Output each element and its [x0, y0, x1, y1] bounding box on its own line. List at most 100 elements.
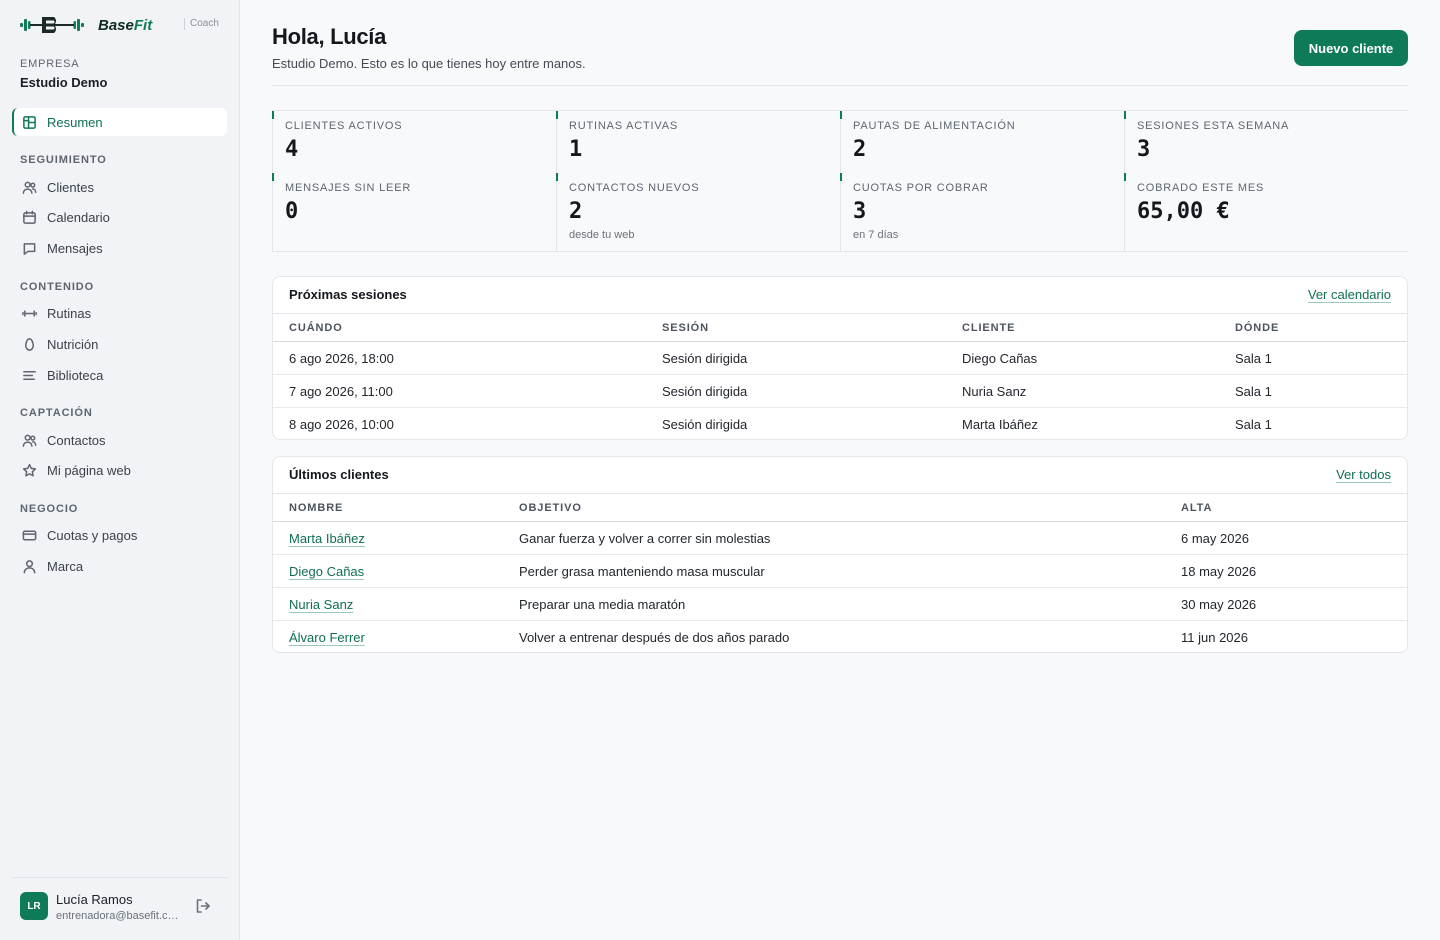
latest-clients-card: Últimos clientes Ver todos NOMBRE OBJETI… — [272, 456, 1408, 653]
client-joined: 11 jun 2026 — [1181, 630, 1248, 645]
stat-value: 3 — [853, 199, 867, 224]
table-row: Álvaro Ferrer Volver a entrenar después … — [273, 621, 1407, 652]
nav-item-label: Mi página web — [47, 462, 131, 478]
column-header[interactable]: OBJETIVO — [519, 502, 582, 514]
view-all-link[interactable]: Ver todos — [1336, 467, 1391, 482]
nav-item-biblioteca[interactable]: Biblioteca — [12, 361, 227, 389]
stat-cuotas-por-cobrar: CUOTAS POR COBRAR 3 en 7 días — [840, 173, 1124, 251]
new-client-button[interactable]: Nuevo cliente — [1294, 30, 1408, 66]
calendar-icon — [21, 209, 37, 225]
divider — [12, 877, 228, 878]
divider — [272, 85, 1408, 86]
nav-item-label: Calendario — [47, 209, 110, 225]
users-icon — [21, 432, 37, 448]
column-header[interactable]: CUÁNDO — [289, 322, 343, 334]
client-joined: 30 may 2026 — [1181, 597, 1257, 612]
session-where: Sala 1 — [1235, 417, 1272, 432]
company-name[interactable]: Estudio Demo — [20, 75, 107, 90]
stat-clientes-activos: CLIENTES ACTIVOS 4 — [272, 111, 556, 173]
stat-cobrado-mes: COBRADO ESTE MES 65,00 € — [1124, 173, 1408, 251]
stat-value: 3 — [1137, 137, 1151, 162]
brand-tag: Coach — [184, 18, 219, 30]
nav-item-calendario[interactable]: Calendario — [12, 203, 227, 231]
client-name-link[interactable]: Diego Cañas — [289, 564, 364, 579]
nav-item-clientes[interactable]: Clientes — [12, 173, 227, 201]
nav-item-label: Mensajes — [47, 240, 103, 256]
nav-section-contenido: CONTENIDO — [20, 281, 95, 293]
nav-item-mensajes[interactable]: Mensajes — [12, 234, 227, 262]
nav-item-label: Contactos — [47, 432, 106, 448]
company-label: EMPRESA — [20, 58, 80, 70]
table-header: CUÁNDO SESIÓN CLIENTE DÓNDE — [273, 313, 1407, 342]
column-header[interactable]: ALTA — [1181, 502, 1212, 514]
table-row[interactable]: 6 ago 2026, 18:00 Sesión dirigida Diego … — [273, 342, 1407, 375]
sidebar: BaseFit Coach EMPRESA Estudio Demo Resum… — [0, 0, 240, 940]
nav-item-contactos[interactable]: Contactos — [12, 426, 227, 454]
list-icon — [21, 367, 37, 383]
stat-contactos-nuevos: CONTACTOS NUEVOS 2 desde tu web — [556, 173, 840, 251]
session-client: Nuria Sanz — [962, 384, 1027, 399]
user-name: Lucía Ramos — [56, 892, 133, 907]
nav-item-label: Clientes — [47, 179, 94, 195]
stat-label: RUTINAS ACTIVAS — [569, 120, 678, 132]
brand-name: BaseFit — [98, 16, 153, 34]
client-goal: Preparar una media maratón — [519, 597, 686, 612]
nav-item-label: Marca — [47, 558, 84, 574]
logout-icon — [196, 899, 210, 913]
page-subtitle: Estudio Demo. Esto es lo que tienes hoy … — [272, 56, 586, 71]
column-header[interactable]: SESIÓN — [662, 322, 709, 334]
nav-item-mi-pagina-web[interactable]: Mi página web — [12, 456, 227, 484]
session-where: Sala 1 — [1235, 384, 1272, 399]
session-type: Sesión dirigida — [662, 351, 748, 366]
table-row[interactable]: 8 ago 2026, 10:00 Sesión dirigida Marta … — [273, 408, 1407, 439]
card-icon — [21, 527, 37, 543]
session-client: Diego Cañas — [962, 351, 1038, 366]
brand[interactable]: BaseFit — [20, 14, 152, 36]
table-header: NOMBRE OBJETIVO ALTA — [273, 493, 1407, 522]
client-name-link[interactable]: Álvaro Ferrer — [289, 630, 365, 645]
dashboard-icon — [21, 114, 37, 130]
stats-grid: CLIENTES ACTIVOS 4 RUTINAS ACTIVAS 1 PAU… — [272, 110, 1408, 252]
client-name-link[interactable]: Marta Ibáñez — [289, 531, 365, 546]
nav-item-label: Cuotas y pagos — [47, 527, 138, 543]
message-icon — [21, 240, 37, 256]
column-header[interactable]: DÓNDE — [1235, 322, 1279, 334]
client-goal: Perder grasa manteniendo masa muscular — [519, 564, 765, 579]
nav-item-marca[interactable]: Marca — [12, 552, 227, 580]
nav-item-cuotas-y-pagos[interactable]: Cuotas y pagos — [12, 521, 227, 549]
stat-label: CUOTAS POR COBRAR — [853, 182, 989, 194]
stat-note: en 7 días — [853, 229, 899, 241]
avatar[interactable]: LR — [20, 892, 48, 920]
card-title: Últimos clientes — [289, 467, 389, 482]
stat-value: 65,00 € — [1137, 199, 1230, 224]
session-when: 7 ago 2026, 11:00 — [289, 384, 393, 399]
column-header[interactable]: CLIENTE — [962, 322, 1015, 334]
stat-mensajes-sin-leer: MENSAJES SIN LEER 0 — [272, 173, 556, 251]
view-calendar-link[interactable]: Ver calendario — [1308, 287, 1391, 302]
stat-label: MENSAJES SIN LEER — [285, 182, 412, 194]
nav-item-resumen[interactable]: Resumen — [12, 108, 227, 136]
user-email: entrenadora@basefit.com — [56, 910, 182, 922]
stat-label: SESIONES ESTA SEMANA — [1137, 120, 1290, 132]
stat-value: 4 — [285, 137, 299, 162]
client-name-link[interactable]: Nuria Sanz — [289, 597, 353, 612]
stat-note: desde tu web — [569, 229, 635, 241]
dumbbell-icon — [21, 305, 37, 321]
column-header[interactable]: NOMBRE — [289, 502, 343, 514]
nav-item-label: Resumen — [47, 114, 103, 130]
stat-value: 2 — [853, 137, 867, 162]
stat-rutinas-activas: RUTINAS ACTIVAS 1 — [556, 111, 840, 173]
session-type: Sesión dirigida — [662, 417, 748, 432]
page-title: Hola, Lucía — [272, 24, 387, 49]
session-type: Sesión dirigida — [662, 384, 748, 399]
nav-item-rutinas[interactable]: Rutinas — [12, 299, 227, 327]
logout-button[interactable] — [194, 897, 214, 917]
table-row: Nuria Sanz Preparar una media maratón 30… — [273, 588, 1407, 621]
table-row[interactable]: 7 ago 2026, 11:00 Sesión dirigida Nuria … — [273, 375, 1407, 408]
stat-label: PAUTAS DE ALIMENTACIÓN — [853, 120, 1016, 132]
stat-value: 2 — [569, 199, 583, 224]
nav-item-nutricion[interactable]: Nutrición — [12, 330, 227, 358]
session-client: Marta Ibáñez — [962, 417, 1038, 432]
users-icon — [21, 179, 37, 195]
stat-value: 0 — [285, 199, 299, 224]
